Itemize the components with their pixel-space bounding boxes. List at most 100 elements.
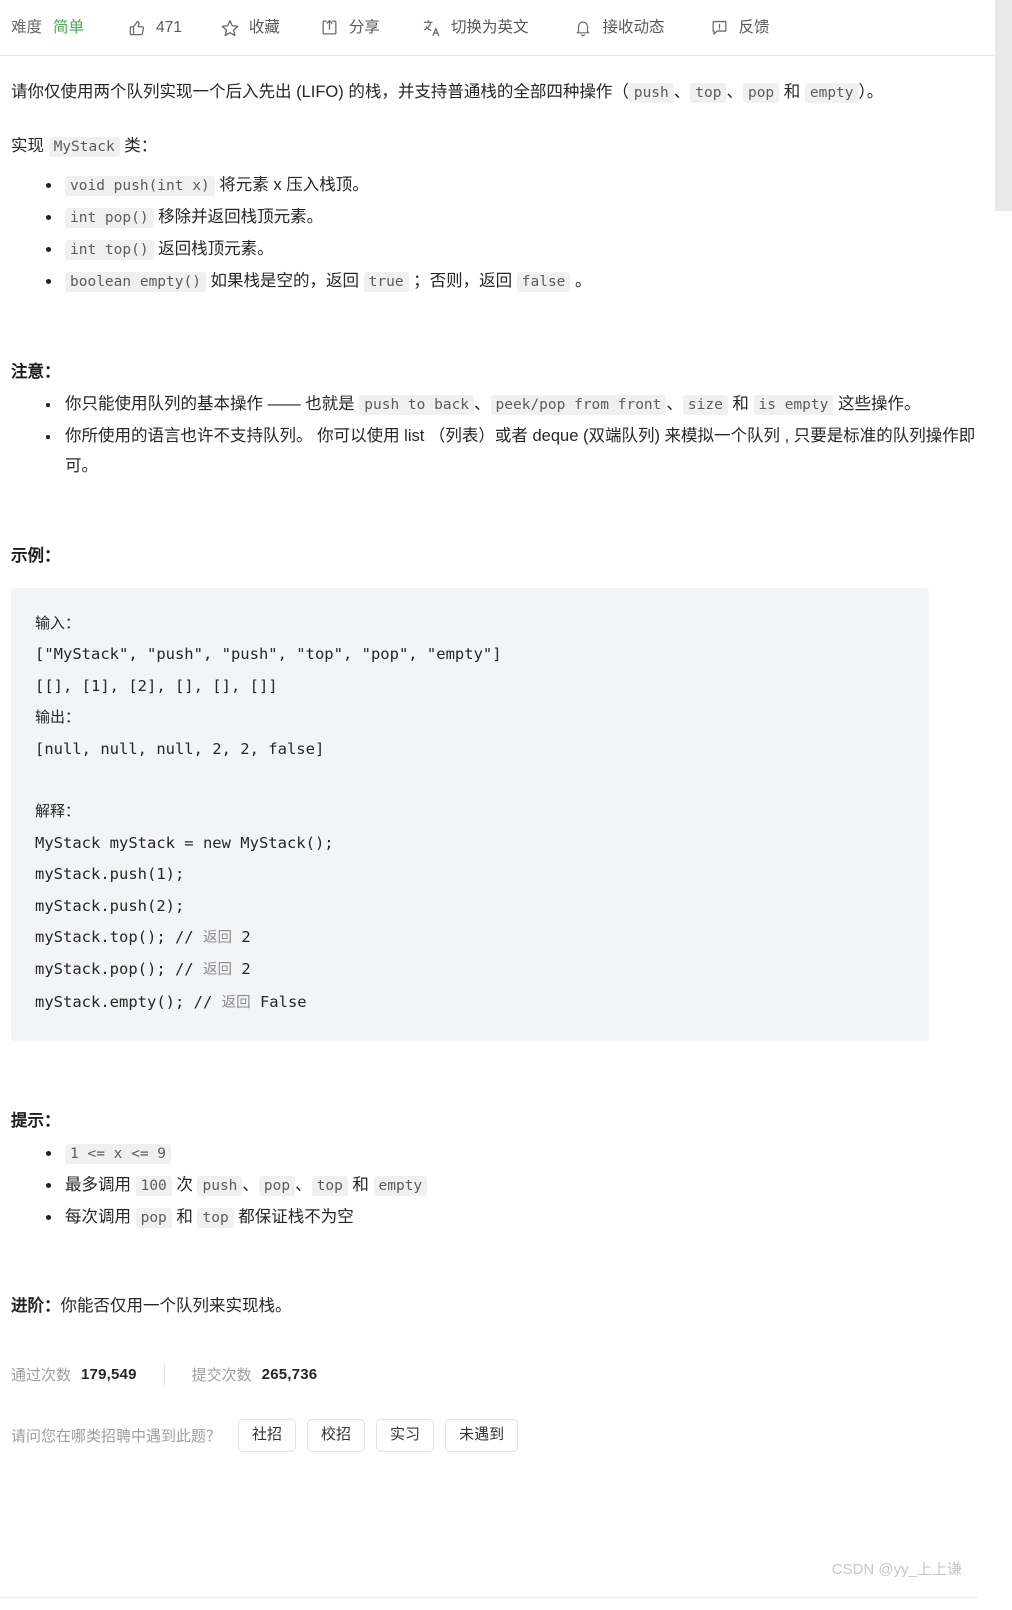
explain-line-4: myStack.top(); // — [35, 928, 203, 947]
translate-icon — [422, 18, 442, 38]
note1-sep-2: 、 — [666, 395, 683, 413]
method-text-empty-a: 如果栈是空的，返回 — [210, 272, 360, 290]
implement-suffix: 类： — [124, 137, 158, 155]
survey-option-shezhao[interactable]: 社招 — [238, 1419, 297, 1453]
problem-stats: 通过次数 179,549 提交次数 265,736 — [11, 1364, 984, 1386]
translate-button[interactable]: 切换为英文 — [422, 18, 529, 38]
implement-prefix: 实现 — [11, 137, 44, 155]
survey-option-xiaozhao[interactable]: 校招 — [307, 1419, 366, 1453]
recruitment-survey: 请问您在哪类招聘中遇到此题？ 社招 校招 实习 未遇到 — [11, 1419, 984, 1453]
explain-line-5-comment: 返回 — [202, 962, 232, 979]
example-output-line: [null, null, null, 2, 2, false] — [35, 739, 325, 758]
star-icon — [220, 18, 240, 38]
favorite-label: 收藏 — [248, 18, 280, 36]
note1-text-a: 你只能使用队列的基本操作 —— 也就是 — [65, 395, 355, 413]
intro-text-b: ）。 — [858, 83, 884, 101]
code-size: size — [682, 395, 728, 415]
example-code-block: 输入： ["MyStack", "push", "push", "top", "… — [11, 588, 929, 1042]
hints-heading: 提示： — [11, 1112, 61, 1131]
example-pre: 输入： ["MyStack", "push", "push", "top", "… — [35, 608, 905, 1019]
list-item: int top() 返回栈顶元素。 — [46, 234, 984, 265]
explain-line-4-return: 2 — [231, 928, 251, 947]
hint3-text-b: 都保证栈不为空 — [238, 1208, 354, 1227]
feedback-icon — [709, 18, 729, 38]
code-hint-top: top — [311, 1176, 348, 1197]
notes-list: 你只能使用队列的基本操作 —— 也就是 push to back、 peek/po… — [11, 389, 984, 481]
feedback-button[interactable]: 反馈 — [709, 18, 769, 38]
problem-page: 难度 简单 471 收藏 分享 切换为英文 接收动态 反馈 请你仅使用两个队列实… — [0, 0, 995, 1610]
advanced-paragraph: 进阶：你能否仅用一个队列来实现栈。 — [11, 1292, 984, 1320]
code-push: push — [628, 83, 674, 103]
code-mystack: MyStack — [48, 137, 120, 157]
like-count: 471 — [156, 18, 182, 36]
code-hint3-top: top — [197, 1208, 234, 1229]
problem-content: 请你仅使用两个队列实现一个后入先出 (LIFO) 的栈，并支持普通栈的全部四种操… — [0, 77, 995, 1453]
list-item: boolean empty() 如果栈是空的，返回 true ；否则，返回 fa… — [46, 266, 984, 297]
list-item: 最多调用 100 次 push、 pop、 top 和 empty — [46, 1170, 984, 1201]
list-item: int pop() 移除并返回栈顶元素。 — [46, 202, 984, 233]
hint3-and: 和 — [176, 1208, 193, 1227]
stats-divider — [163, 1364, 165, 1386]
problem-intro-paragraph: 请你仅使用两个队列实现一个后入先出 (LIFO) 的栈，并支持普通栈的全部四种操… — [11, 77, 963, 109]
example-input-line2: [[], [1], [2], [], [], []] — [35, 676, 278, 695]
hint2-and: 和 — [352, 1176, 369, 1195]
note2-text: 你所使用的语言也许不支持队列。 你可以使用 list （列表）或者 deque … — [65, 427, 976, 475]
notes-heading: 注意： — [11, 363, 61, 381]
code-top: top — [690, 83, 727, 103]
hint2-text-b: 次 — [176, 1176, 193, 1195]
method-code-top: int top() — [65, 240, 154, 260]
hint2-sep-1: 、 — [242, 1176, 259, 1195]
code-pop: pop — [742, 83, 780, 103]
favorite-button[interactable]: 收藏 — [220, 18, 280, 38]
explain-line-4-comment: 返回 — [202, 930, 232, 947]
list-item: 你只能使用队列的基本操作 —— 也就是 push to back、 peek/po… — [46, 389, 984, 420]
share-icon — [320, 18, 340, 38]
explain-line-3: myStack.push(2); — [35, 896, 185, 915]
method-text-pop: 移除并返回栈顶元素。 — [158, 208, 324, 226]
survey-option-shixi[interactable]: 实习 — [376, 1419, 435, 1453]
code-hint-push: push — [197, 1176, 243, 1197]
difficulty-label: 难度 — [11, 18, 43, 36]
advanced-label: 进阶： — [11, 1297, 61, 1316]
example-heading: 示例： — [11, 547, 61, 565]
method-text-top: 返回栈顶元素。 — [158, 240, 274, 258]
problem-toolbar: 难度 简单 471 收藏 分享 切换为英文 接收动态 反馈 — [0, 0, 995, 56]
translate-label: 切换为英文 — [450, 18, 529, 36]
subscribe-label: 接收动态 — [602, 18, 665, 36]
method-code-pop: int pop() — [65, 208, 154, 228]
hints-list: 1 <= x <= 9 最多调用 100 次 push、 pop、 top 和 em… — [11, 1138, 984, 1233]
method-text-empty-b: ；否则，返回 — [413, 272, 513, 290]
like-button[interactable]: 471 — [127, 18, 182, 38]
intro-text-a: 请你仅使用两个队列实现一个后入先出 (LIFO) 的栈，并支持普通栈的全部四种操… — [11, 83, 629, 101]
code-x-range: 1 <= x <= 9 — [65, 1144, 172, 1165]
hint2-text-a: 最多调用 — [65, 1176, 131, 1195]
share-label: 分享 — [348, 18, 380, 36]
intro-and: 和 — [783, 83, 801, 101]
advanced-text: 你能否仅用一个队列来实现栈。 — [60, 1297, 292, 1316]
survey-question: 请问您在哪类招聘中遇到此题？ — [11, 1428, 222, 1446]
example-output-label: 输出： — [35, 708, 81, 727]
code-false: false — [516, 272, 571, 292]
bell-icon — [573, 18, 593, 38]
hint3-text-a: 每次调用 — [65, 1208, 131, 1227]
hint2-sep-2: 、 — [295, 1176, 312, 1195]
page-scrollbar-thumb[interactable] — [995, 0, 1012, 211]
difficulty-value: 简单 — [53, 18, 85, 36]
code-hint3-pop: pop — [135, 1208, 172, 1229]
subscribe-button[interactable]: 接收动态 — [573, 18, 664, 38]
page-scrollbar-track[interactable] — [995, 0, 1012, 1610]
difficulty-indicator[interactable]: 难度 简单 — [11, 20, 84, 36]
survey-option-weiyudao[interactable]: 未遇到 — [445, 1419, 519, 1453]
csdn-watermark: CSDN @yy_上上谦 — [831, 1561, 962, 1578]
method-code-push: void push(int x) — [65, 176, 215, 196]
code-true: true — [363, 272, 409, 292]
list-item: 每次调用 pop 和 top 都保证栈不为空 — [46, 1202, 984, 1233]
method-text-push: 将元素 x 压入栈顶。 — [219, 176, 369, 194]
code-is-empty: is empty — [753, 395, 834, 415]
submitted-label: 提交次数 — [191, 1367, 252, 1385]
bottom-divider — [0, 1597, 978, 1598]
note1-sep-1: 、 — [474, 395, 491, 413]
share-button[interactable]: 分享 — [320, 18, 380, 38]
code-hint-pop: pop — [258, 1176, 296, 1197]
note1-and: 和 — [732, 395, 749, 413]
